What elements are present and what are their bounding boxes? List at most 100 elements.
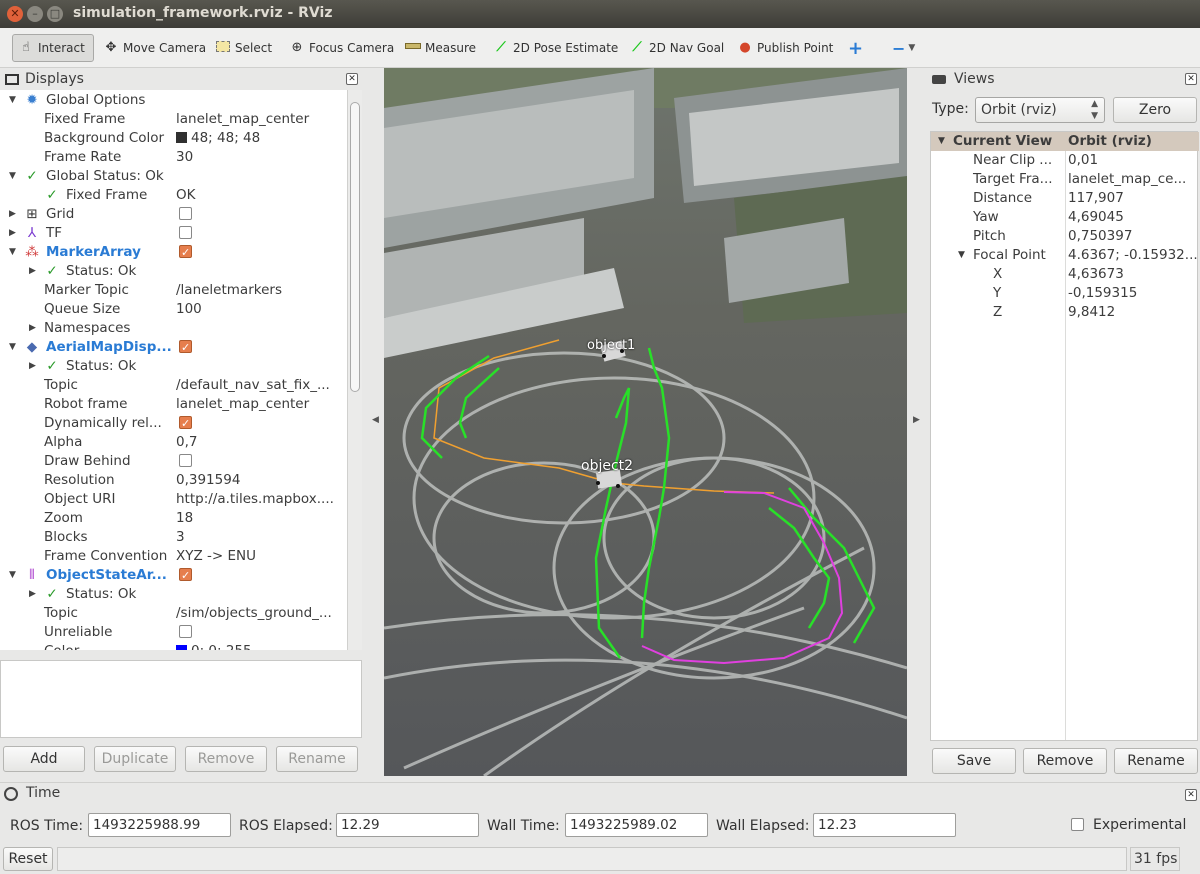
view-property-row[interactable]: Pitch 0,750397 <box>931 227 1199 246</box>
collapsed-arrow-icon[interactable]: ▶ <box>29 585 36 604</box>
add-tool-button[interactable]: + <box>844 34 867 62</box>
enable-checkbox[interactable] <box>179 207 192 220</box>
scrollbar-thumb[interactable] <box>350 102 360 392</box>
view-type-select[interactable]: Orbit (rviz) ▲ ▼ <box>975 97 1105 123</box>
display-tree-row[interactable]: ▶ ⊞ Grid <box>0 205 347 224</box>
expanded-arrow-icon[interactable]: ▼ <box>938 132 945 151</box>
rename-display-button[interactable]: Rename <box>276 746 358 772</box>
close-icon[interactable]: ✕ <box>346 73 358 85</box>
enable-checkbox[interactable] <box>179 414 192 433</box>
minimize-window-icon[interactable]: – <box>27 6 43 22</box>
collapsed-arrow-icon[interactable]: ▶ <box>29 357 36 376</box>
pose-estimate-tool-button[interactable]: ⟋ 2D Pose Estimate <box>488 34 622 62</box>
view-property-row[interactable]: ▼ Current View Orbit (rviz) <box>931 132 1199 151</box>
collapse-right-icon[interactable]: ▶ <box>913 415 920 425</box>
display-tree-row[interactable]: Draw Behind <box>0 452 347 471</box>
collapsed-arrow-icon[interactable]: ▶ <box>9 205 16 224</box>
add-display-button[interactable]: Add <box>3 746 85 772</box>
save-view-button[interactable]: Save <box>932 748 1016 774</box>
rename-view-button[interactable]: Rename <box>1114 748 1198 774</box>
display-tree-row[interactable]: ▼ ⫴ ObjectStateAr... <box>0 566 347 585</box>
close-window-icon[interactable]: ✕ <box>7 6 23 22</box>
display-tree-row[interactable]: Robot frame lanelet_map_center <box>0 395 347 414</box>
color-swatch[interactable] <box>176 645 187 650</box>
display-tree-row[interactable]: Queue Size 100 <box>0 300 347 319</box>
display-tree-row[interactable]: ▶ ⅄ TF <box>0 224 347 243</box>
map-pin-icon: ● <box>739 40 751 55</box>
view-property-row[interactable]: Distance 117,907 <box>931 189 1199 208</box>
remove-view-button[interactable]: Remove <box>1023 748 1107 774</box>
display-tree-row[interactable]: ▶ Namespaces <box>0 319 347 338</box>
collapsed-arrow-icon[interactable]: ▶ <box>9 224 16 243</box>
displays-scrollbar[interactable] <box>347 90 362 650</box>
collapsed-arrow-icon[interactable]: ▶ <box>29 262 36 281</box>
display-tree-row[interactable]: Unreliable <box>0 623 347 642</box>
enable-checkbox[interactable] <box>179 566 192 585</box>
expanded-arrow-icon[interactable]: ▼ <box>9 243 16 262</box>
display-tree-row[interactable]: Background Color 48; 48; 48 <box>0 129 347 148</box>
display-tree-row[interactable]: Alpha 0,7 <box>0 433 347 452</box>
display-tree-row[interactable]: ▶ ✓ Status: Ok <box>0 585 347 604</box>
expanded-arrow-icon[interactable]: ▼ <box>9 167 16 186</box>
view-property-row[interactable]: Z 9,8412 <box>931 303 1199 322</box>
expanded-arrow-icon[interactable]: ▼ <box>9 338 16 357</box>
display-tree-row[interactable]: ▶ ✓ Status: Ok <box>0 262 347 281</box>
display-tree-row[interactable]: Marker Topic/laneletmarkers <box>0 281 347 300</box>
display-tree-row[interactable]: ▼ ⁂ MarkerArray <box>0 243 347 262</box>
wall-time-field[interactable] <box>565 813 708 837</box>
expanded-arrow-icon[interactable]: ▼ <box>9 91 16 110</box>
display-tree-row[interactable]: ▼ ◆ AerialMapDisp... <box>0 338 347 357</box>
collapsed-arrow-icon[interactable]: ▶ <box>29 319 36 338</box>
nav-goal-tool-button[interactable]: ⟋ 2D Nav Goal <box>624 34 728 62</box>
expanded-arrow-icon[interactable]: ▼ <box>958 246 965 265</box>
display-tree-row[interactable]: Topic/sim/objects_ground_... <box>0 604 347 623</box>
maximize-window-icon[interactable]: □ <box>47 6 63 22</box>
publish-point-tool-button[interactable]: ● Publish Point <box>732 34 837 62</box>
view-property-row[interactable]: ▼ Focal Point 4.6367; -0.15932... <box>931 246 1199 265</box>
display-tree-row[interactable]: Frame Convention XYZ -> ENU <box>0 547 347 566</box>
display-tree-row[interactable]: Resolution 0,391594 <box>0 471 347 490</box>
enable-checkbox[interactable] <box>179 454 192 467</box>
display-tree-row[interactable]: ▼ ✹ Global Options <box>0 91 347 110</box>
ros-time-field[interactable] <box>88 813 231 837</box>
enable-checkbox[interactable] <box>179 338 192 357</box>
view-property-row[interactable]: Target Fra... lanelet_map_ce... <box>931 170 1199 189</box>
display-tree-row[interactable]: Topic/default_nav_sat_fix_... <box>0 376 347 395</box>
display-tree-row[interactable]: ▶ ✓ Status: Ok <box>0 357 347 376</box>
measure-tool-button[interactable]: Measure <box>400 34 480 62</box>
render-viewport[interactable]: object1 object2 <box>384 68 907 776</box>
duplicate-display-button[interactable]: Duplicate <box>94 746 176 772</box>
zero-button[interactable]: Zero <box>1113 97 1197 123</box>
display-tree-row[interactable]: ▼ ✓ Global Status: Ok <box>0 167 347 186</box>
close-icon[interactable]: ✕ <box>1185 73 1197 85</box>
enable-checkbox[interactable] <box>179 226 192 239</box>
close-icon[interactable]: ✕ <box>1185 789 1197 801</box>
view-property-row[interactable]: Near Clip ... 0,01 <box>931 151 1199 170</box>
reset-button[interactable]: Reset <box>3 847 53 871</box>
display-tree-row[interactable]: Dynamically rel... <box>0 414 347 433</box>
view-property-row[interactable]: Y -0,159315 <box>931 284 1199 303</box>
display-tree-row[interactable]: Blocks 3 <box>0 528 347 547</box>
view-property-row[interactable]: Yaw 4,69045 <box>931 208 1199 227</box>
move-camera-tool-button[interactable]: ✥ Move Camera <box>98 34 210 62</box>
enable-checkbox[interactable] <box>179 625 192 638</box>
ros-elapsed-field[interactable] <box>336 813 479 837</box>
display-tree-row[interactable]: Object URI http://a.tiles.mapbox.... <box>0 490 347 509</box>
display-tree-row[interactable]: Color 0; 0; 255 <box>0 642 347 650</box>
display-tree-row[interactable]: ✓ Fixed Frame OK <box>0 186 347 205</box>
display-tree-row[interactable]: Fixed Frame lanelet_map_center <box>0 110 347 129</box>
collapse-left-icon[interactable]: ◀ <box>372 415 379 425</box>
focus-camera-tool-button[interactable]: ⊕ Focus Camera <box>284 34 398 62</box>
display-tree-row[interactable]: Zoom 18 <box>0 509 347 528</box>
expanded-arrow-icon[interactable]: ▼ <box>9 566 16 585</box>
remove-display-button[interactable]: Remove <box>185 746 267 772</box>
enable-checkbox[interactable] <box>179 243 192 262</box>
color-swatch[interactable] <box>176 132 187 143</box>
experimental-checkbox[interactable] <box>1071 818 1084 831</box>
display-tree-row[interactable]: Frame Rate 30 <box>0 148 347 167</box>
wall-elapsed-field[interactable] <box>813 813 956 837</box>
remove-tool-button[interactable]: − ▼ <box>888 34 919 62</box>
interact-tool-button[interactable]: ☝ Interact <box>12 34 94 62</box>
view-property-row[interactable]: X 4,63673 <box>931 265 1199 284</box>
select-tool-button[interactable]: Select <box>210 34 276 62</box>
